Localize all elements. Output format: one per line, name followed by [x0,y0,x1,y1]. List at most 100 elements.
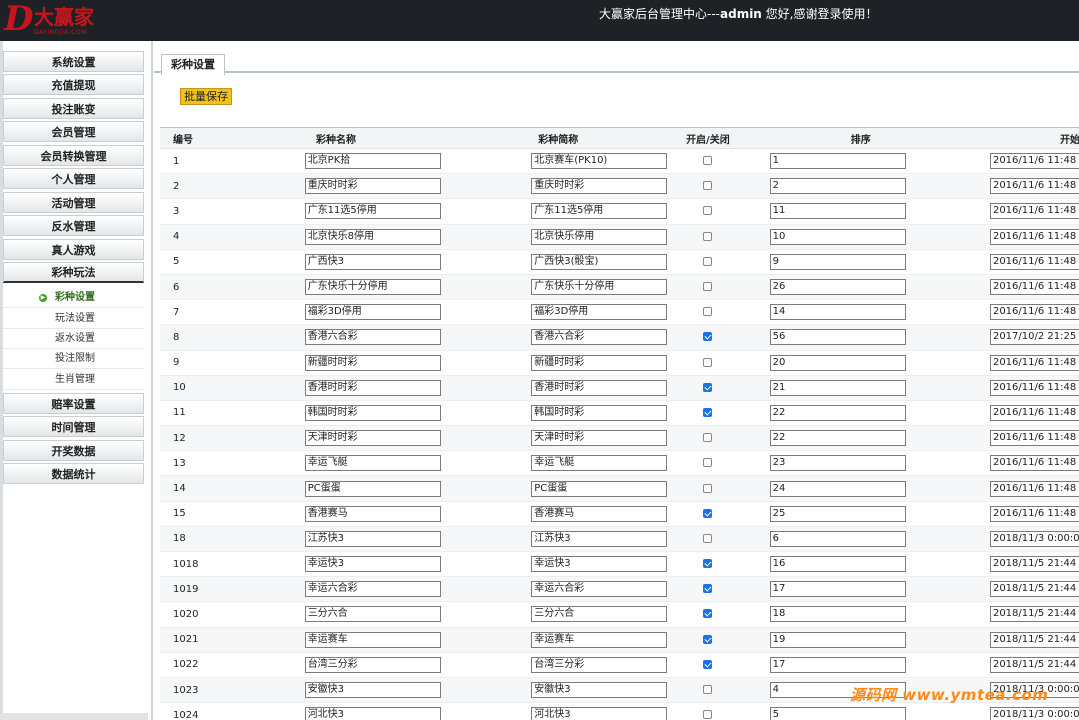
short-name-input[interactable]: 台湾三分彩 [531,656,668,673]
sort-input[interactable]: 56 [769,329,906,346]
short-name-input[interactable]: PC蛋蛋 [531,480,668,497]
short-name-input[interactable]: 香港六合彩 [531,329,668,346]
submenu-rebate-settings[interactable]: 返水设置 [3,329,144,349]
menu-time-management[interactable]: 时间管理 [3,416,144,437]
logo[interactable]: D 大赢家 DAYINGJIA.COM [4,2,114,38]
name-input[interactable]: PC蛋蛋 [304,480,441,497]
open-checkbox[interactable] [703,332,713,342]
open-checkbox[interactable] [703,559,713,569]
open-checkbox[interactable] [703,458,713,468]
sort-input[interactable]: 10 [769,228,906,245]
start-close-input[interactable]: 2016/11/6 11:48 [989,178,1079,195]
name-input[interactable]: 福彩3D停用 [304,304,441,321]
start-close-input[interactable]: 2016/11/6 11:48 [989,505,1079,522]
short-name-input[interactable]: 香港时时彩 [531,379,668,396]
start-close-input[interactable]: 2018/11/3 0:00:0 [989,707,1079,720]
open-checkbox[interactable] [703,256,713,266]
short-name-input[interactable]: 广西快3(骰宝) [531,253,668,270]
submenu-bet-limits[interactable]: 投注限制 [3,349,144,369]
open-checkbox[interactable] [703,584,713,594]
start-close-input[interactable]: 2018/11/5 21:44 [989,656,1079,673]
name-input[interactable]: 香港六合彩 [304,329,441,346]
submenu-zodiac-management[interactable]: 生肖管理 [3,370,144,390]
open-checkbox[interactable] [703,357,713,367]
name-input[interactable]: 安徽快3 [304,682,441,699]
sort-input[interactable]: 11 [769,203,906,220]
start-close-input[interactable]: 2018/11/5 21:44 [989,631,1079,648]
name-input[interactable]: 广东11选5停用 [304,203,441,220]
short-name-input[interactable]: 幸运快3 [531,556,668,573]
short-name-input[interactable]: 广东11选5停用 [531,203,668,220]
menu-activity-management[interactable]: 活动管理 [3,192,144,213]
short-name-input[interactable]: 河北快3 [531,707,668,720]
name-input[interactable]: 新疆时时彩 [304,354,441,371]
start-close-input[interactable]: 2016/11/6 11:48 [989,404,1079,421]
start-close-input[interactable]: 2016/11/6 11:48 [989,228,1079,245]
batch-save-button[interactable]: 批量保存 [180,88,232,105]
sort-input[interactable]: 25 [769,505,906,522]
name-input[interactable]: 香港时时彩 [304,379,441,396]
name-input[interactable]: 幸运赛车 [304,631,441,648]
name-input[interactable]: 广东快乐十分停用 [304,279,441,296]
sidebar-scrollbar[interactable] [0,713,148,720]
name-input[interactable]: 幸运六合彩 [304,581,441,598]
short-name-input[interactable]: 北京快乐停用 [531,228,668,245]
start-close-input[interactable]: 2018/11/3 0:00:0 [989,530,1079,547]
menu-lottery-play[interactable]: 彩种玩法 [3,262,144,283]
start-close-input[interactable]: 2018/11/5 21:44 [989,556,1079,573]
start-close-input[interactable]: 2016/11/6 11:48 [989,153,1079,170]
start-close-input[interactable]: 2017/10/2 21:25 [989,329,1079,346]
sort-input[interactable]: 22 [769,430,906,447]
short-name-input[interactable]: 香港赛马 [531,505,668,522]
sort-input[interactable]: 17 [769,656,906,673]
short-name-input[interactable]: 幸运六合彩 [531,581,668,598]
menu-bet-changes[interactable]: 投注账变 [3,98,144,119]
open-checkbox[interactable] [703,156,713,166]
sort-input[interactable]: 23 [769,455,906,472]
open-checkbox[interactable] [703,685,713,695]
sort-input[interactable]: 1 [769,153,906,170]
sort-input[interactable]: 14 [769,304,906,321]
submenu-play-settings[interactable]: 玩法设置 [3,309,144,329]
sort-input[interactable]: 2 [769,178,906,195]
sort-input[interactable]: 26 [769,279,906,296]
open-checkbox[interactable] [703,433,713,443]
name-input[interactable]: 广西快3 [304,253,441,270]
open-checkbox[interactable] [703,634,713,644]
sort-input[interactable]: 5 [769,707,906,720]
short-name-input[interactable]: 幸运赛车 [531,631,668,648]
name-input[interactable]: 北京快乐8停用 [304,228,441,245]
sort-input[interactable]: 20 [769,354,906,371]
start-close-input[interactable]: 2016/11/6 11:48 [989,253,1079,270]
menu-rebate-management[interactable]: 反水管理 [3,215,144,236]
sort-input[interactable]: 24 [769,480,906,497]
start-close-input[interactable]: 2016/11/6 11:48 [989,279,1079,296]
name-input[interactable]: 三分六合 [304,606,441,623]
start-close-input[interactable]: 2018/11/5 21:44 [989,606,1079,623]
start-close-input[interactable]: 2016/11/6 11:48 [989,203,1079,220]
open-checkbox[interactable] [703,609,713,619]
open-checkbox[interactable] [703,659,713,669]
start-close-input[interactable]: 2016/11/6 11:48 [989,304,1079,321]
open-checkbox[interactable] [703,407,713,417]
open-checkbox[interactable] [703,231,713,241]
menu-odds-settings[interactable]: 赔率设置 [3,393,144,414]
menu-system-settings[interactable]: 系统设置 [3,51,144,72]
name-input[interactable]: 台湾三分彩 [304,656,441,673]
short-name-input[interactable]: 天津时时彩 [531,430,668,447]
short-name-input[interactable]: 福彩3D停用 [531,304,668,321]
short-name-input[interactable]: 幸运飞艇 [531,455,668,472]
menu-data-statistics[interactable]: 数据统计 [3,463,144,484]
open-checkbox[interactable] [703,181,713,191]
start-close-input[interactable]: 2016/11/6 11:48 [989,430,1079,447]
open-checkbox[interactable] [703,206,713,216]
sort-input[interactable]: 22 [769,404,906,421]
sort-input[interactable]: 18 [769,606,906,623]
short-name-input[interactable]: 韩国时时彩 [531,404,668,421]
name-input[interactable]: 江苏快3 [304,530,441,547]
submenu-lottery-settings[interactable]: ▶ 彩种设置 [3,288,144,308]
tab-lottery-settings[interactable]: 彩种设置 [161,54,225,75]
menu-recharge-withdraw[interactable]: 充值提现 [3,74,144,95]
short-name-input[interactable]: 安徽快3 [531,682,668,699]
open-checkbox[interactable] [703,483,713,493]
